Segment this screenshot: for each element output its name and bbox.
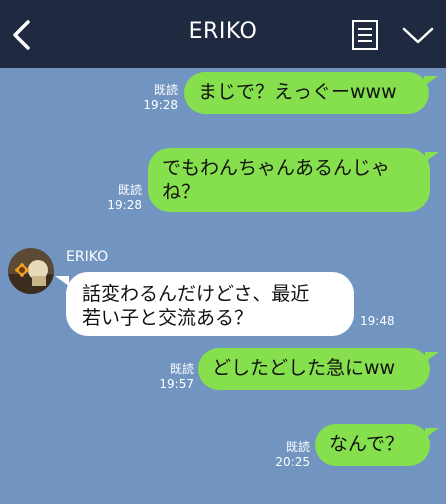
message-bubble[interactable]: どしたどした急にww bbox=[198, 348, 430, 390]
avatar[interactable] bbox=[8, 248, 54, 294]
message-bubble[interactable]: なんで？ bbox=[315, 424, 430, 466]
message-text: ね？ bbox=[162, 181, 201, 203]
message-meta: 既読 19:28 bbox=[94, 183, 142, 213]
bubble-tail bbox=[425, 352, 439, 362]
message-text: 話変わるんだけどさ、最近 bbox=[82, 283, 310, 305]
chevron-down-icon[interactable] bbox=[401, 22, 435, 48]
message-bubble[interactable]: でもわんちゃんあるんじゃ ね？ bbox=[148, 148, 430, 212]
message-text: まじで？えっぐーwww bbox=[198, 81, 397, 103]
bubble-tail bbox=[55, 276, 69, 286]
message-time: 19:57 bbox=[159, 377, 194, 391]
read-receipt: 既読 bbox=[153, 83, 178, 97]
sender-name: ERIKO bbox=[66, 249, 109, 265]
message-bubble[interactable]: 話変わるんだけどさ、最近 若い子と交流ある？ bbox=[66, 272, 354, 336]
message-text: 若い子と交流ある？ bbox=[82, 307, 254, 329]
message-time: 19:28 bbox=[107, 198, 142, 212]
chat-header: ERIKO bbox=[0, 0, 446, 68]
bubble-tail bbox=[425, 428, 439, 438]
read-receipt: 既読 bbox=[169, 362, 194, 376]
bubble-tail bbox=[424, 76, 438, 86]
message-time: 19:28 bbox=[143, 98, 178, 112]
bubble-tail bbox=[425, 152, 439, 162]
message-meta: 既読 19:57 bbox=[146, 362, 194, 392]
notes-icon[interactable] bbox=[350, 18, 380, 52]
message-time: 20:25 bbox=[275, 455, 310, 469]
read-receipt: 既読 bbox=[285, 440, 310, 454]
message-text: どしたどした急にww bbox=[212, 357, 396, 379]
message-bubble[interactable]: まじで？えっぐーwww bbox=[184, 72, 429, 114]
message-text: なんで？ bbox=[329, 433, 405, 455]
avatar-image bbox=[8, 248, 54, 294]
message-text: でもわんちゃんあるんじゃ bbox=[162, 157, 391, 179]
message-meta: 既読 20:25 bbox=[262, 440, 310, 470]
message-meta: 既読 19:28 bbox=[130, 83, 178, 113]
message-time: 19:48 bbox=[360, 314, 395, 328]
chat-screen: ERIKO 既読 19:28 まじで？えっぐーwww 既読 19:28 でもわん… bbox=[0, 0, 446, 504]
read-receipt: 既読 bbox=[117, 183, 142, 197]
